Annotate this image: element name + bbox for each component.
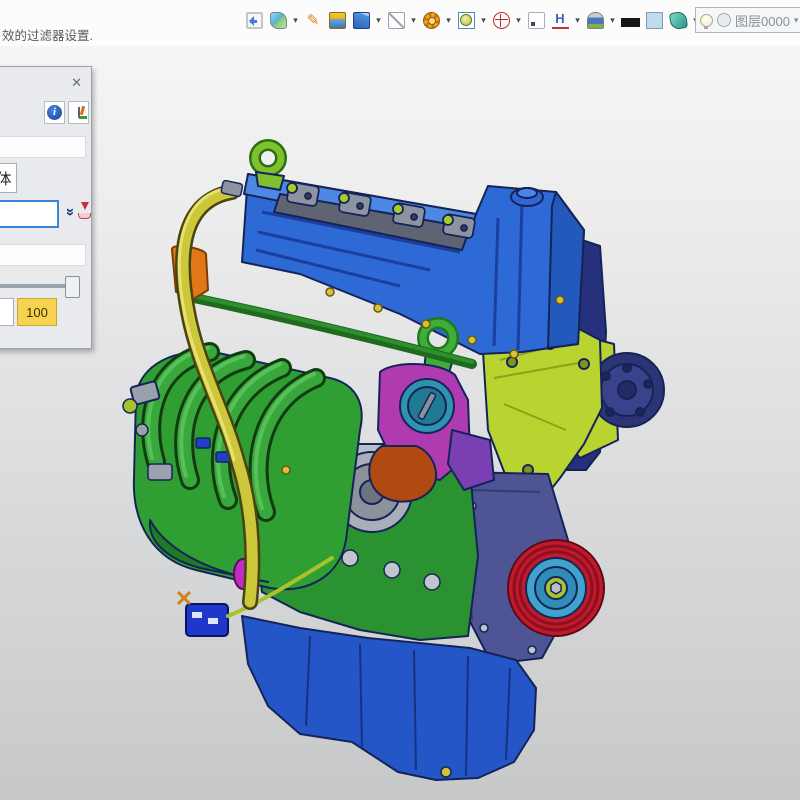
layer-color-icon[interactable] [717,13,731,27]
filter-dialog: ✕ i 体 » 100 [0,66,92,349]
blue-swatch-icon[interactable] [643,8,665,32]
annotation-icon [78,107,80,118]
measure-icon[interactable]: H [549,8,571,32]
wireframe-view-icon[interactable] [385,8,407,32]
info-button[interactable]: i [44,101,65,124]
reattach-icon[interactable] [78,202,93,220]
exit-sketch-icon[interactable] [243,8,265,32]
target-point-icon[interactable] [490,8,512,32]
measure-icon-dropdown[interactable]: ▾ [573,15,582,26]
layer-dropdown-icon[interactable]: ▾ [794,15,799,26]
application-window: ▾✎▾▾▾▾▾H▾▾▾ 图层0000 ▾ 效的过滤器设置. ✕ i 体 » 10… [0,0,800,800]
render-mode-icon-dropdown[interactable]: ▾ [444,15,453,26]
toolbar-icons: ▾✎▾▾▾▾▾H▾▾▾ [243,6,700,34]
expand-chevrons-icon[interactable]: » [62,204,78,220]
scene-background-icon[interactable] [584,8,606,32]
engine-model[interactable] [0,0,800,800]
group-header-band [0,244,86,266]
section-view-icon[interactable] [455,8,477,32]
orbit-view-icon[interactable] [267,8,289,32]
shaded-view-icon[interactable] [350,8,372,32]
transparency-slider-thumb[interactable] [65,276,80,298]
close-icon[interactable]: ✕ [71,75,82,91]
value-box[interactable] [0,298,14,326]
value-display[interactable]: 100 [17,298,57,326]
isometric-view-icon[interactable] [326,8,348,32]
material-icon[interactable] [667,8,689,32]
filter-message: 效的过滤器设置. [2,25,93,44]
black-swatch-icon[interactable] [619,8,641,32]
filter-input[interactable] [0,200,59,228]
layer-selector[interactable]: 图层0000 ▾ [695,7,800,33]
layer-name-label: 图层0000 [735,11,790,30]
top-toolbar: ▾✎▾▾▾▾▾H▾▾▾ 图层0000 ▾ [0,0,800,46]
dialog-buttons: i [44,101,89,124]
render-mode-icon[interactable] [420,8,442,32]
orbit-view-icon-dropdown[interactable]: ▾ [291,15,300,26]
info-icon: i [47,105,62,120]
group-header-band [0,136,86,158]
body-type-label: 体 [0,163,17,193]
layer-visibility-bulb-icon[interactable] [700,14,713,27]
shaded-view-icon-dropdown[interactable]: ▾ [374,15,383,26]
scene-background-icon-dropdown[interactable]: ▾ [608,15,617,26]
pencil-icon[interactable]: ✎ [302,8,324,32]
target-point-icon-dropdown[interactable]: ▾ [514,15,523,26]
wireframe-view-icon-dropdown[interactable]: ▾ [409,15,418,26]
viewport-window-icon[interactable] [525,8,547,32]
viewport[interactable] [0,46,800,800]
section-view-icon-dropdown[interactable]: ▾ [479,15,488,26]
annotation-button[interactable] [68,101,89,124]
